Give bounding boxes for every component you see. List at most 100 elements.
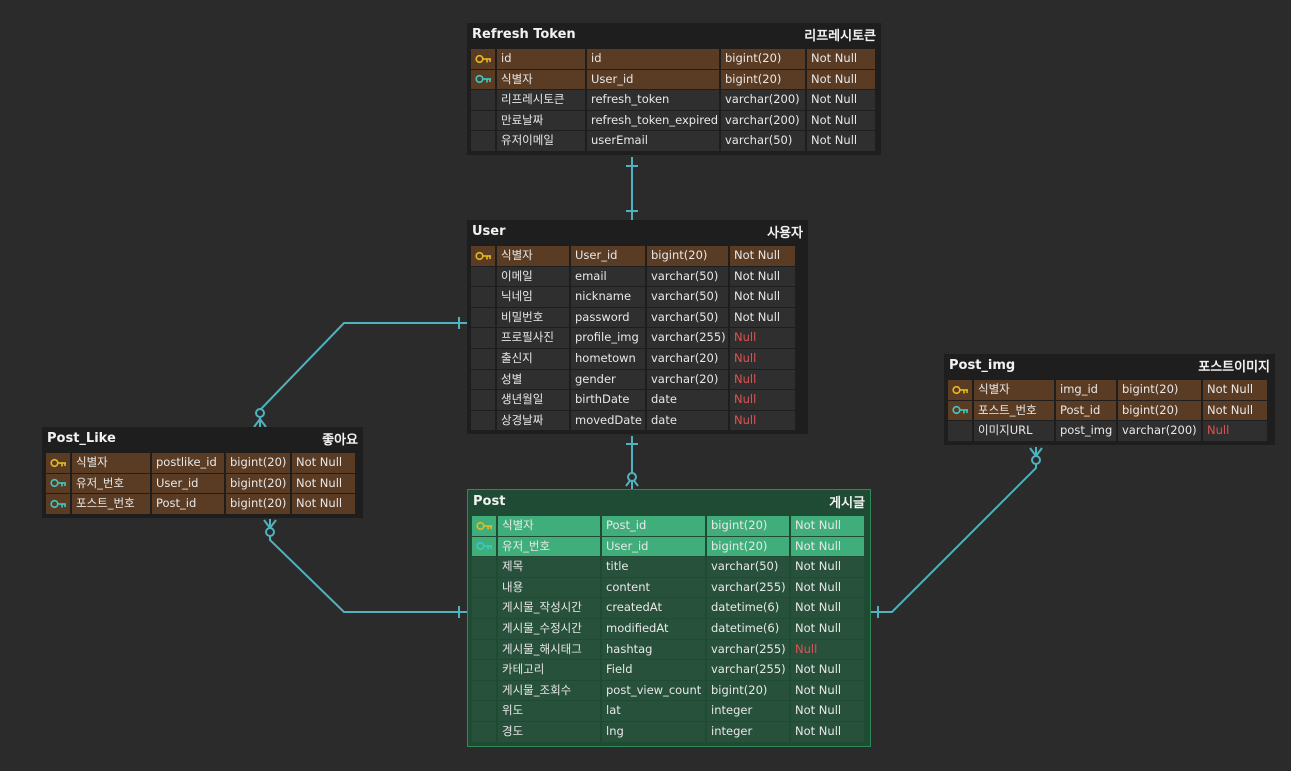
column-row[interactable]: 만료날짜 refresh_token_expired varchar(200) Not… (471, 110, 877, 131)
foreign-key-icon (948, 400, 972, 421)
entity-user[interactable]: User 사용자 식별자 User_id bigint(20) Not Null 이메일 e… (467, 220, 808, 435)
entity-header[interactable]: Post_img 포스트이미지 (944, 354, 1275, 376)
column-row[interactable]: 게시물_수정시간 modifiedAt datetime(6) Not Null (472, 618, 866, 639)
nullable-flag: Not Null (791, 618, 864, 639)
column-row[interactable]: 유저이메일 userEmail varchar(50) Not Null (471, 131, 877, 151)
physical-name: lng (602, 721, 705, 742)
column-row[interactable]: 식별자 img_id bigint(20) Not Null (948, 380, 1271, 400)
column-row[interactable]: 경도 lng integer Not Null (472, 721, 866, 742)
logical-name: 내용 (498, 577, 600, 598)
column-row[interactable]: 이메일 email varchar(50) Not Null (471, 266, 804, 287)
column-list: 식별자 img_id bigint(20) Not Null 포스트_번호 Post_i… (944, 376, 1275, 445)
column-row[interactable]: 식별자 postlike_id bigint(20) Not Null (46, 453, 359, 473)
column-row[interactable]: 출신지 hometown varchar(20) Null (471, 348, 804, 369)
data-type: varchar(50) (647, 307, 728, 328)
erd-canvas[interactable]: Refresh Token 리프레시토큰 id id bigint(20) Not Nu… (0, 0, 1291, 771)
relationship-post-post_like (263, 519, 467, 618)
logical-name: 식별자 (72, 453, 150, 473)
column-row[interactable]: 포스트_번호 Post_id bigint(20) Not Null (948, 400, 1271, 421)
logical-name: 포스트_번호 (974, 400, 1054, 421)
column-row[interactable]: 생년월일 birthDate date Null (471, 390, 804, 410)
column-row[interactable]: 게시물_조회수 post_view_count bigint(20) Not Null (472, 680, 866, 701)
data-type: integer (707, 701, 789, 721)
column-row[interactable]: 유저_번호 User_id bigint(20) Not Null (472, 536, 866, 557)
entity-post-like[interactable]: Post_Like 좋아요 식별자 postlike_id bigint(20) Not… (42, 427, 363, 518)
physical-name: hometown (571, 348, 645, 369)
column-row[interactable]: 제목 title varchar(50) Not Null (472, 557, 866, 577)
entity-header[interactable]: Post_Like 좋아요 (42, 427, 363, 449)
entity-header[interactable]: Post 게시글 (468, 490, 870, 512)
column-row[interactable]: 게시물_해시태그 hashtag varchar(255) Null (472, 639, 866, 660)
nullable-flag: Null (730, 328, 795, 348)
physical-name: postlike_id (152, 453, 224, 473)
data-type: bigint(20) (1118, 380, 1201, 400)
data-type: varchar(200) (721, 90, 805, 110)
column-row[interactable]: 상경날짜 movedDate date Null (471, 410, 804, 431)
crowfoot-zero-marker (265, 527, 275, 537)
column-row[interactable]: 식별자 User_id bigint(20) Not Null (471, 69, 877, 90)
physical-name: nickname (571, 287, 645, 307)
entity-label: 리프레시토큰 (804, 28, 876, 44)
column-list: 식별자 postlike_id bigint(20) Not Null 유저_번호 Us… (42, 449, 363, 518)
physical-name: lat (602, 701, 705, 721)
physical-name: movedDate (571, 410, 645, 431)
column-row[interactable]: 포스트_번호 Post_id bigint(20) Not Null (46, 494, 359, 514)
column-row[interactable]: 이미지URL post_img varchar(200) Null (948, 421, 1271, 441)
logical-name: 생년월일 (497, 390, 569, 410)
nullable-flag: Null (791, 639, 864, 660)
logical-name: 성별 (497, 369, 569, 390)
entity-post[interactable]: Post 게시글 식별자 Post_id bigint(20) Not Null 유저_… (467, 489, 871, 747)
nullable-flag: Not Null (791, 598, 864, 618)
data-type: varchar(200) (1118, 421, 1201, 441)
column-row[interactable]: 카테고리 Field varchar(255) Not Null (472, 660, 866, 680)
column-row[interactable]: 위도 lat integer Not Null (472, 701, 866, 721)
column-row[interactable]: 닉네임 nickname varchar(50) Not Null (471, 287, 804, 307)
column-row[interactable]: 리프레시토큰 refresh_token varchar(200) Not Null (471, 90, 877, 110)
logical-name: 게시물_작성시간 (498, 598, 600, 618)
nullable-flag: Not Null (1203, 380, 1267, 400)
column-row[interactable]: 성별 gender varchar(20) Null (471, 369, 804, 390)
column-row[interactable]: 비밀번호 password varchar(50) Not Null (471, 307, 804, 328)
entity-header[interactable]: Refresh Token 리프레시토큰 (467, 23, 881, 45)
nullable-flag: Not Null (730, 266, 795, 287)
logical-name: 유저_번호 (498, 536, 600, 557)
physical-name: createdAt (602, 598, 705, 618)
physical-name: Post_id (1056, 400, 1116, 421)
key-cell (471, 369, 495, 390)
logical-name: 게시물_수정시간 (498, 618, 600, 639)
logical-name: 제목 (498, 557, 600, 577)
physical-name: userEmail (587, 131, 719, 151)
entity-header[interactable]: User 사용자 (467, 220, 808, 242)
column-row[interactable]: 프로필사진 profile_img varchar(255) Null (471, 328, 804, 348)
column-row[interactable]: 유저_번호 User_id bigint(20) Not Null (46, 473, 359, 494)
data-type: varchar(50) (647, 287, 728, 307)
nullable-flag: Not Null (791, 577, 864, 598)
nullable-flag: Null (1203, 421, 1267, 441)
physical-name: img_id (1056, 380, 1116, 400)
entity-post-img[interactable]: Post_img 포스트이미지 식별자 img_id bigint(20) Not Nu… (944, 354, 1275, 445)
logical-name: 식별자 (974, 380, 1054, 400)
data-type: integer (707, 721, 789, 742)
column-row[interactable]: 식별자 Post_id bigint(20) Not Null (472, 516, 866, 536)
nullable-flag: Not Null (807, 90, 875, 110)
column-row[interactable]: id id bigint(20) Not Null (471, 49, 877, 69)
key-cell (471, 307, 495, 328)
key-cell (471, 131, 495, 151)
nullable-flag: Not Null (730, 307, 795, 328)
nullable-flag: Not Null (791, 516, 864, 536)
nullable-flag: Not Null (292, 453, 355, 473)
entity-refresh-token[interactable]: Refresh Token 리프레시토큰 id id bigint(20) Not Nu… (467, 23, 881, 155)
nullable-flag: Not Null (807, 110, 875, 131)
relationship-user-post_like (253, 317, 467, 428)
foreign-key-icon (46, 473, 70, 494)
column-row[interactable]: 식별자 User_id bigint(20) Not Null (471, 246, 804, 266)
data-type: varchar(255) (707, 660, 789, 680)
data-type: varchar(50) (647, 266, 728, 287)
column-row[interactable]: 게시물_작성시간 createdAt datetime(6) Not Null (472, 598, 866, 618)
column-list: 식별자 User_id bigint(20) Not Null 이메일 email varc… (467, 242, 808, 434)
logical-name: 유저_번호 (72, 473, 150, 494)
relationship-user-post (625, 436, 639, 489)
column-row[interactable]: 내용 content varchar(255) Not Null (472, 577, 866, 598)
nullable-flag: Null (730, 348, 795, 369)
logical-name: 포스트_번호 (72, 494, 150, 514)
